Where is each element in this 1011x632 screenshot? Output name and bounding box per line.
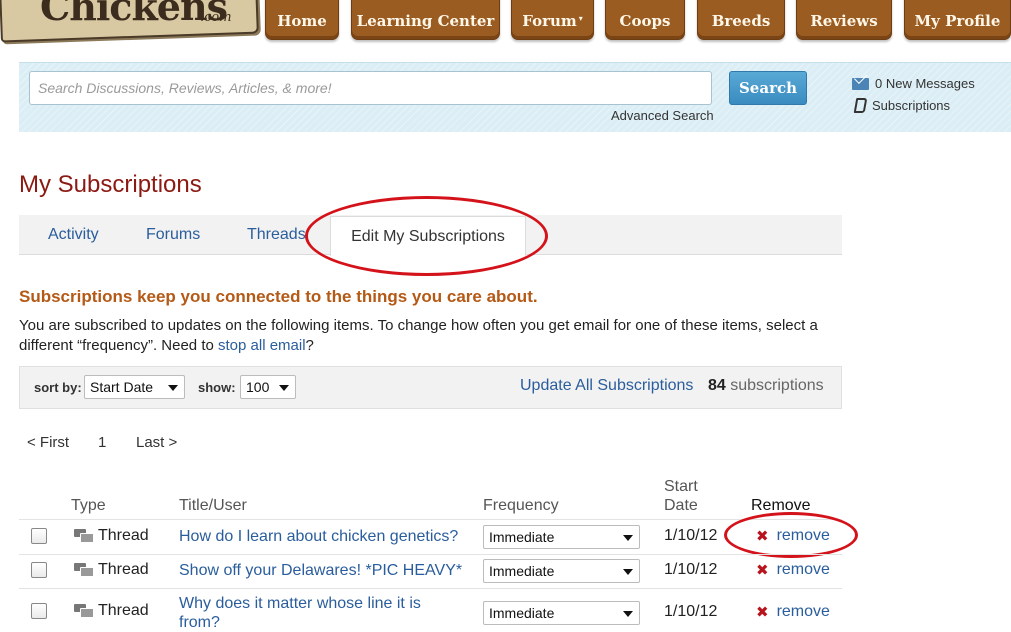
sort-by-select[interactable]: Start Date xyxy=(84,375,185,399)
row-type: Thread xyxy=(74,561,149,579)
row-type-label: Thread xyxy=(98,602,149,619)
column-header-remove: Remove xyxy=(751,497,811,514)
chevron-down-icon xyxy=(279,385,289,391)
row-type: Thread xyxy=(74,527,149,545)
intro-text: You are subscribed to updates on the fol… xyxy=(19,316,849,356)
row-remove-label: remove xyxy=(776,603,830,620)
row-remove-label: remove xyxy=(776,561,830,578)
column-header-frequency: Frequency xyxy=(483,497,559,514)
row-title-link[interactable]: Why does it matter whose line it is from… xyxy=(179,594,439,632)
row-type: Thread xyxy=(74,602,149,620)
sort-by-label: sort by: xyxy=(34,380,82,395)
row-divider xyxy=(19,554,842,555)
row-remove-link[interactable]: ✖ remove xyxy=(756,527,830,545)
column-header-title: Title/User xyxy=(179,497,247,514)
close-icon: ✖ xyxy=(756,528,769,545)
intro-text-start: You are subscribed to updates on the fol… xyxy=(19,317,818,354)
row-frequency-select[interactable]: Immediate xyxy=(483,559,640,583)
row-type-label: Thread xyxy=(98,561,149,578)
intro-text-end: ? xyxy=(305,337,314,354)
subscription-count: 84 subscriptions xyxy=(708,377,824,395)
thread-icon xyxy=(74,563,94,577)
nav-my-profile[interactable]: My Profile xyxy=(904,0,1011,40)
envelope-icon xyxy=(852,77,869,90)
messages-link[interactable]: 0 New Messages xyxy=(852,76,975,91)
logo-text: Chickens xyxy=(40,0,228,29)
nav-learning-center[interactable]: Learning Center xyxy=(351,0,500,40)
row-checkbox[interactable] xyxy=(31,562,47,578)
row-frequency-value: Immediate xyxy=(489,529,555,545)
subscription-count-number: 84 xyxy=(708,377,726,394)
row-start-date: 1/10/12 xyxy=(664,561,718,578)
nav-coops[interactable]: Coops xyxy=(605,0,685,40)
tab-edit-my-subscriptions-label: Edit My Subscriptions xyxy=(351,227,505,245)
subscription-count-label: subscriptions xyxy=(730,377,824,394)
pager-current: 1 xyxy=(98,434,107,451)
nav-home[interactable]: Home xyxy=(265,0,339,40)
nav-home-label: Home xyxy=(277,12,327,30)
pager-last[interactable]: Last > xyxy=(136,434,177,451)
row-frequency-value: Immediate xyxy=(489,605,555,621)
intro-headline: Subscriptions keep you connected to the … xyxy=(19,287,538,306)
row-title-link[interactable]: How do I learn about chicken genetics? xyxy=(179,527,458,546)
row-frequency-select[interactable]: Immediate xyxy=(483,525,640,549)
start-date-line2: Date xyxy=(664,497,698,514)
row-frequency-select[interactable]: Immediate xyxy=(483,601,640,625)
top-navigation: Chickens .com Home Learning Center Forum… xyxy=(0,0,1011,44)
show-label: show: xyxy=(198,380,236,395)
close-icon: ✖ xyxy=(756,604,769,621)
tab-forums[interactable]: Forums xyxy=(146,226,200,244)
book-icon xyxy=(853,98,868,113)
column-header-type: Type xyxy=(71,497,106,514)
row-start-date: 1/10/12 xyxy=(664,603,718,620)
messages-label: 0 New Messages xyxy=(875,76,975,91)
close-icon: ✖ xyxy=(756,562,769,579)
update-all-subscriptions-link[interactable]: Update All Subscriptions xyxy=(520,377,693,395)
row-divider xyxy=(19,519,842,520)
chevron-down-icon xyxy=(168,385,178,391)
nav-breeds-label: Breeds xyxy=(711,12,771,30)
nav-forum[interactable]: Forum ▾ xyxy=(511,0,594,40)
nav-forum-label: Forum xyxy=(522,12,577,30)
nav-breeds[interactable]: Breeds xyxy=(697,0,785,40)
row-title-link[interactable]: Show off your Delawares! *PIC HEAVY* xyxy=(179,561,462,580)
chevron-down-icon xyxy=(623,535,633,541)
row-checkbox[interactable] xyxy=(31,528,47,544)
subscriptions-link[interactable]: Subscriptions xyxy=(853,98,951,113)
column-header-start-date: Start Date xyxy=(664,477,698,515)
nav-my-profile-label: My Profile xyxy=(914,12,1001,30)
start-date-line1: Start xyxy=(664,478,698,495)
nav-learning-center-label: Learning Center xyxy=(356,12,495,30)
row-remove-link[interactable]: ✖ remove xyxy=(756,561,830,579)
thread-icon xyxy=(74,604,94,618)
tab-threads[interactable]: Threads xyxy=(247,226,306,244)
show-count-value: 100 xyxy=(246,379,270,395)
logo-suffix: .com xyxy=(200,10,232,25)
thread-icon xyxy=(74,529,94,543)
stop-all-email-link[interactable]: stop all email xyxy=(218,337,306,354)
pager-first[interactable]: < First xyxy=(27,434,69,451)
row-remove-label: remove xyxy=(776,527,830,544)
page-title: My Subscriptions xyxy=(19,171,202,198)
row-checkbox[interactable] xyxy=(31,603,47,619)
search-input[interactable] xyxy=(29,71,712,105)
chevron-down-icon xyxy=(623,569,633,575)
row-divider xyxy=(19,588,842,589)
chevron-down-icon xyxy=(623,611,633,617)
show-count-select[interactable]: 100 xyxy=(240,375,296,399)
search-button[interactable]: Search xyxy=(729,71,807,105)
row-type-label: Thread xyxy=(98,527,149,544)
tab-activity[interactable]: Activity xyxy=(48,226,99,244)
row-start-date: 1/10/12 xyxy=(664,527,718,544)
chevron-down-icon: ▾ xyxy=(578,13,583,23)
nav-reviews-label: Reviews xyxy=(810,12,878,30)
nav-reviews[interactable]: Reviews xyxy=(796,0,892,40)
subscriptions-label: Subscriptions xyxy=(872,98,951,113)
nav-coops-label: Coops xyxy=(619,12,671,30)
row-frequency-value: Immediate xyxy=(489,563,555,579)
sort-by-value: Start Date xyxy=(90,379,154,395)
advanced-search-link[interactable]: Advanced Search xyxy=(611,108,714,123)
row-remove-link[interactable]: ✖ remove xyxy=(756,603,830,621)
tab-edit-my-subscriptions[interactable]: Edit My Subscriptions xyxy=(330,216,526,256)
